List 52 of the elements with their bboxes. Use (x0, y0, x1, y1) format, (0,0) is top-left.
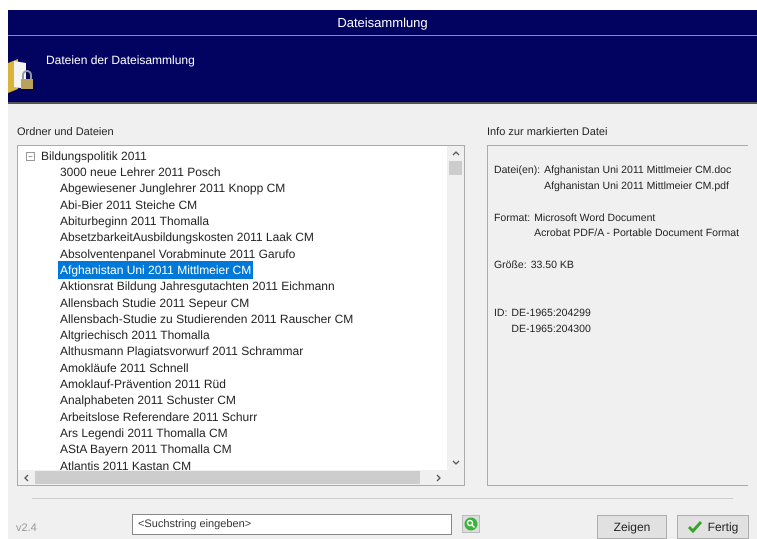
window-title: Dateisammlung (337, 14, 428, 32)
info-value: DE-1965:204300 (511, 322, 591, 336)
file-item[interactable]: Abi-Bier 2011 Steiche CM (58, 196, 200, 214)
scroll-right-icon[interactable] (436, 474, 441, 482)
file-item[interactable]: Amoklauf-Prävention 2011 Rüd (58, 375, 228, 394)
info-value: Acrobat PDF/A - Portable Document Format (534, 226, 739, 242)
scroll-up-icon[interactable] (452, 151, 460, 156)
search-field[interactable]: <Suchstring eingeben> (132, 514, 452, 534)
file-item[interactable]: Analphabeten 2011 Schuster CM (58, 391, 238, 410)
file-item[interactable]: 3000 neue Lehrer 2011 Posch (58, 163, 223, 182)
file-item[interactable]: Allensbach-Studie zu Studierenden 2011 Rauscher CM (58, 310, 356, 328)
info-value: DE-1965:204299 (511, 306, 591, 321)
panel-label: Ordner und Dateien (17, 124, 115, 140)
file-item[interactable]: Ars Legendi 2011 Thomalla CM (58, 424, 230, 442)
show-button[interactable]: Zeigen (597, 515, 667, 539)
file-item[interactable]: Althusmann Plagiatsvorwurf 2011 Schrammar (58, 342, 306, 360)
info-value: Microsoft Word Document (534, 210, 656, 226)
scroll-thumb[interactable] (35, 471, 420, 484)
info-label: ID: (494, 306, 508, 321)
info-value: 33.50 KB (530, 258, 574, 273)
horizontal-scrollbar[interactable] (18, 470, 464, 485)
search-button[interactable] (462, 515, 480, 533)
file-item[interactable]: Aktionsrat Bildung Jahresgutachten 2011 Eichmann (58, 277, 337, 296)
panel-label: Info zur markierten Datei (487, 124, 608, 140)
tree-expander[interactable]: − (26, 152, 35, 160)
info-label: Format: (494, 210, 530, 226)
file-item[interactable]: Atlantis 2011 Kastan CM (58, 456, 194, 470)
file-item[interactable]: AStA Bayern 2011 Thomalla CM (58, 440, 234, 458)
scroll-thumb[interactable] (449, 161, 462, 175)
file-item[interactable]: Amokläufe 2011 Schnell (58, 358, 191, 377)
file-item[interactable]: Abiturbeginn 2011 Thomalla (58, 212, 211, 230)
info-value: Afghanistan Uni 2011 Mittlmeier CM.doc (544, 163, 732, 178)
locked-folder-icon (8, 58, 34, 93)
file-item[interactable]: Absolventenpanel Vorabminute 2011 Garufo (58, 244, 298, 263)
file-item[interactable]: AbsetzbarkeitAusbildungskosten 2011 Laak CM (58, 228, 316, 246)
done-button[interactable]: Fertig (677, 515, 749, 539)
file-item[interactable]: Abgewiesener Junglehrer 2011 Knopp CM (58, 179, 288, 198)
info-label: Datei(en): (494, 163, 540, 178)
info-value: Afghanistan Uni 2011 Mittlmeier CM.pdf (544, 178, 730, 194)
folder-item[interactable]: Bildungspolitik 2011 (41, 147, 147, 165)
file-item[interactable]: Altgriechisch 2011 Thomalla (58, 326, 212, 344)
version-label: v2.4 (16, 520, 38, 536)
vertical-scrollbar[interactable] (447, 146, 464, 470)
info-label: Größe: (494, 258, 527, 273)
search-icon (464, 517, 478, 531)
header-subtitle: Dateien der Dateisammlung (46, 52, 195, 69)
scroll-left-icon[interactable] (24, 474, 29, 482)
file-item[interactable]: Allensbach Studie 2011 Sepeur CM (58, 294, 252, 312)
checkmark-icon (688, 521, 702, 533)
scroll-down-icon[interactable] (452, 460, 460, 465)
file-item[interactable]: Arbeitslose Referendare 2011 Schurr (58, 408, 260, 426)
file-item[interactable]: Afghanistan Uni 2011 Mittlmeier CM (58, 260, 254, 279)
